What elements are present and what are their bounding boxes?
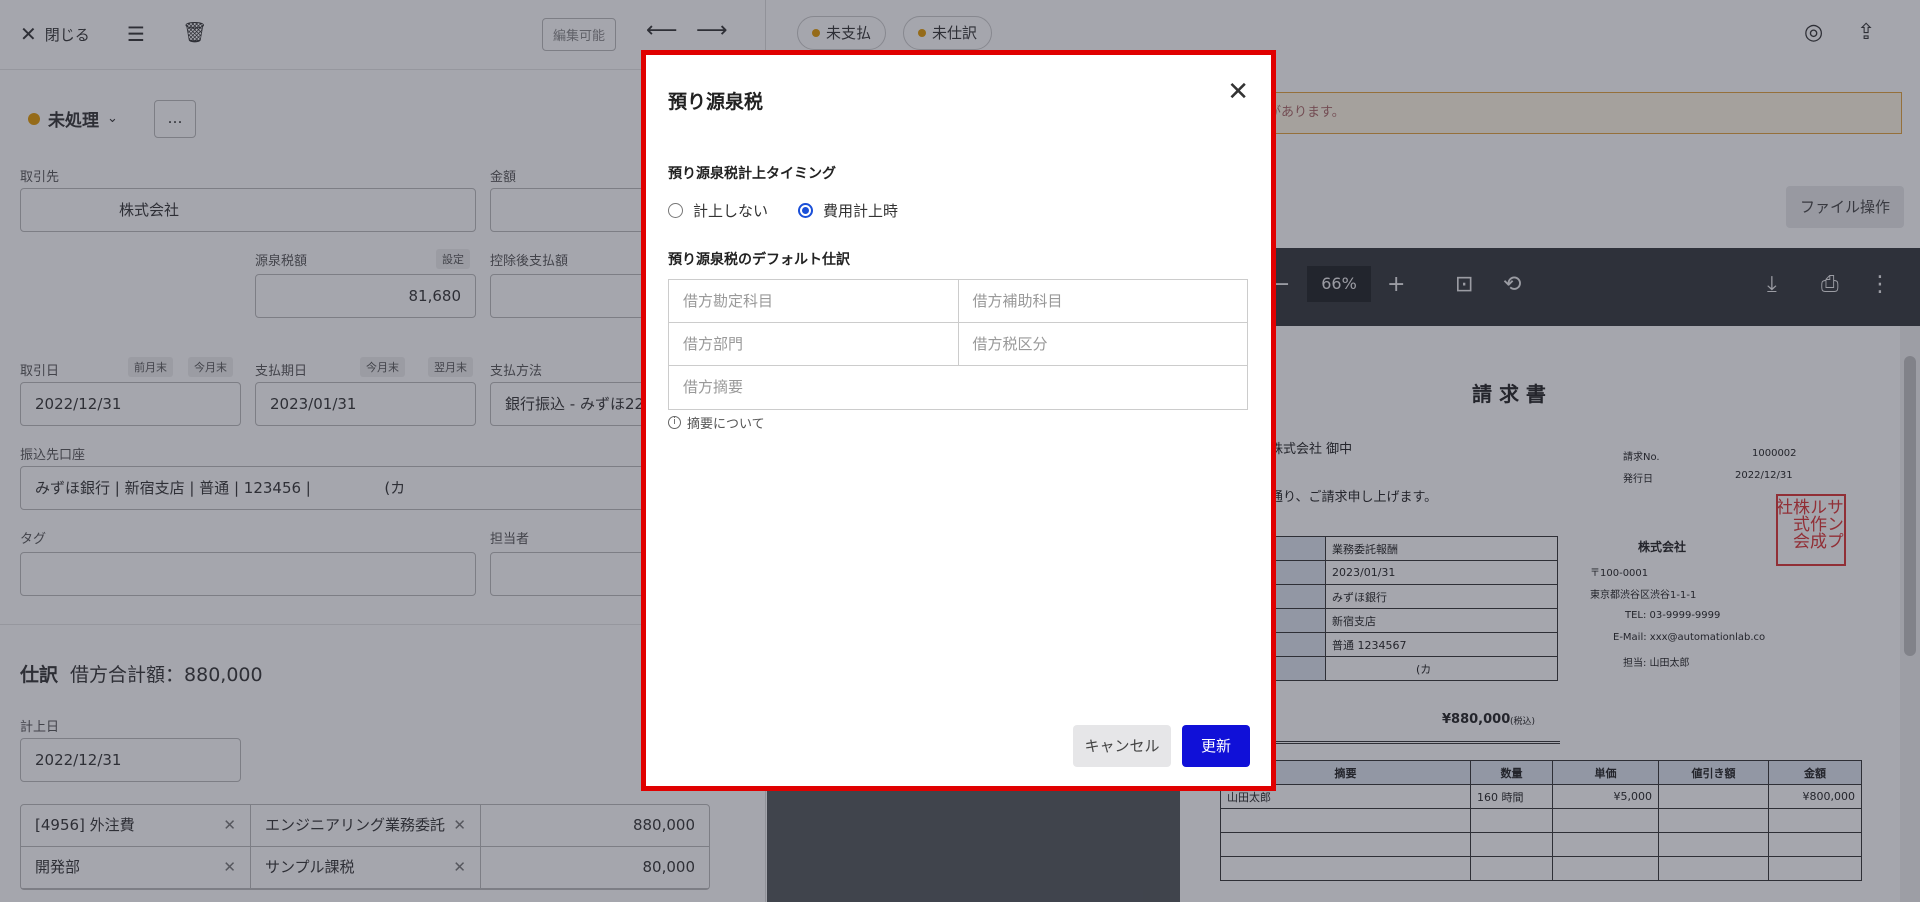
radio-none-label: 計上しない xyxy=(693,202,769,220)
debit-account-input[interactable]: 借方勘定科目 xyxy=(669,280,958,322)
cancel-button[interactable]: キャンセル xyxy=(1073,725,1171,767)
timing-radio-group: 計上しない 費用計上時 xyxy=(668,200,898,221)
debit-department-input[interactable]: 借方部門 xyxy=(669,323,958,365)
radio-unchecked-icon xyxy=(668,203,683,218)
debit-memo-input[interactable]: 借方摘要 xyxy=(669,366,1247,409)
withholding-tax-dialog: 預り源泉税 ✕ 預り源泉税計上タイミング 計上しない 費用計上時 預り源泉税のデ… xyxy=(641,50,1276,791)
radio-none[interactable]: 計上しない xyxy=(668,200,768,221)
close-icon[interactable]: ✕ xyxy=(1227,77,1249,107)
radio-checked-icon xyxy=(798,203,814,218)
radio-expense-label: 費用計上時 xyxy=(823,202,899,220)
radio-expense[interactable]: 費用計上時 xyxy=(798,200,898,221)
info-icon: i xyxy=(668,416,681,429)
timing-label: 預り源泉税計上タイミング xyxy=(668,166,836,182)
default-journal-label: 預り源泉税のデフォルト仕訳 xyxy=(668,252,850,268)
debit-sub-account-input[interactable]: 借方補助科目 xyxy=(957,280,1248,322)
update-button[interactable]: 更新 xyxy=(1182,725,1250,767)
dialog-title: 預り源泉税 xyxy=(668,91,764,113)
debit-tax-category-input[interactable]: 借方税区分 xyxy=(957,323,1248,365)
default-journal-grid: 借方勘定科目 借方補助科目 借方部門 借方税区分 借方摘要 xyxy=(668,279,1248,410)
memo-help-label: 摘要について xyxy=(687,417,765,432)
memo-help-link[interactable]: i 摘要について xyxy=(668,413,765,432)
